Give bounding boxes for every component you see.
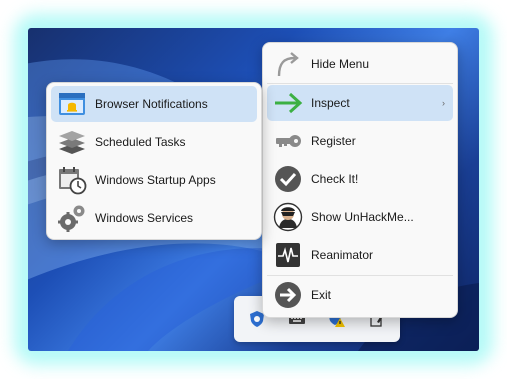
menu-separator: [267, 83, 453, 84]
key-icon: [276, 135, 301, 147]
submenu-item-browser-notifications[interactable]: Browser Notifications: [51, 86, 257, 122]
menu-item-label: Register: [311, 134, 356, 148]
menu-item-show-unhackme[interactable]: Show UnHackMe...: [267, 199, 453, 235]
checkmark-circle-icon: [275, 166, 301, 192]
menu-item-register[interactable]: Register: [267, 123, 453, 159]
submenu-item-label: Browser Notifications: [95, 97, 208, 111]
layers-stack-icon: [59, 131, 85, 154]
submenu-item-scheduled-tasks[interactable]: Scheduled Tasks: [51, 124, 257, 160]
browser-bell-icon: [59, 93, 85, 115]
calendar-clock-icon: [59, 167, 87, 195]
green-arrow-icon: [275, 92, 303, 114]
menu-item-label: Show UnHackMe...: [311, 210, 414, 224]
menu-item-exit[interactable]: Exit: [267, 277, 453, 313]
menu-item-label: Inspect: [311, 96, 350, 110]
menu-item-hide-menu[interactable]: Hide Menu: [267, 46, 453, 82]
submenu-item-windows-services[interactable]: Windows Services: [51, 200, 257, 236]
menu-item-check-it[interactable]: Check It!: [267, 161, 453, 197]
menu-separator: [267, 275, 453, 276]
context-menu: Hide Menu Inspect › Register Check It! S…: [262, 42, 458, 318]
menu-item-reanimator[interactable]: Reanimator: [267, 237, 453, 273]
hacker-avatar-icon: [273, 202, 303, 232]
menu-item-inspect[interactable]: Inspect ›: [267, 85, 453, 121]
heartbeat-monitor-icon: [276, 243, 300, 267]
submenu-item-windows-startup-apps[interactable]: Windows Startup Apps: [51, 162, 257, 198]
menu-item-label: Check It!: [311, 172, 359, 186]
curved-arrow-icon: [277, 52, 299, 77]
gears-icon: [58, 205, 85, 232]
exit-arrow-icon: [275, 282, 301, 308]
submenu-item-label: Windows Services: [95, 211, 194, 225]
submenu-chevron-icon: ›: [442, 98, 445, 108]
menu-item-label: Reanimator: [311, 248, 374, 262]
submenu-item-label: Windows Startup Apps: [95, 173, 216, 187]
menu-item-label: Exit: [311, 288, 332, 302]
menu-item-label: Hide Menu: [311, 57, 370, 71]
inspect-submenu: Browser Notifications Scheduled Tasks Wi…: [46, 82, 262, 240]
submenu-item-label: Scheduled Tasks: [95, 135, 186, 149]
